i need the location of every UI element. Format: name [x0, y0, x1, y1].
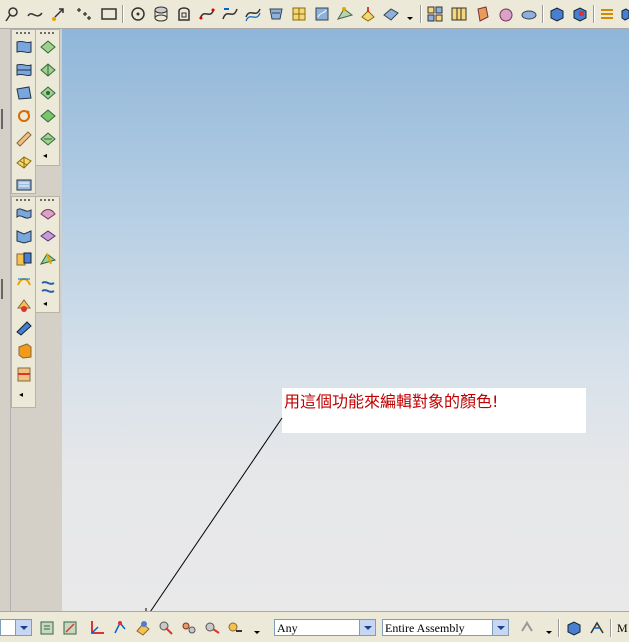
green-surface-5-icon[interactable]: [39, 130, 57, 148]
left-dock: [0, 29, 11, 611]
class-select-icon[interactable]: [157, 619, 175, 637]
feature-select-icon[interactable]: [180, 619, 198, 637]
green-surface-3-icon[interactable]: [39, 84, 57, 102]
graphics-viewport[interactable]: [62, 29, 629, 611]
layer-icon[interactable]: [598, 5, 616, 23]
point-icon[interactable]: [50, 5, 68, 23]
wave-surface-icon[interactable]: [15, 204, 33, 222]
shade-surface-icon[interactable]: [15, 319, 33, 337]
more-icon[interactable]: [401, 5, 419, 23]
point-set-icon[interactable]: [74, 5, 92, 23]
dock-handle[interactable]: [1, 109, 9, 129]
solid-icon[interactable]: [520, 5, 538, 23]
curve-edit-icon[interactable]: [221, 5, 239, 23]
cube-icon[interactable]: [620, 5, 629, 23]
annotation-callout: 用這個功能來編輯對象的顏色!: [282, 388, 586, 433]
patch-icon[interactable]: [313, 5, 331, 23]
more-icon[interactable]: [248, 619, 266, 637]
palette-expand-icon[interactable]: ◂: [43, 151, 47, 160]
sheet-icon[interactable]: [15, 176, 33, 194]
curve-offset-icon[interactable]: [244, 5, 262, 23]
main-toolbar: [0, 0, 629, 29]
green-surface-4-icon[interactable]: [39, 107, 57, 125]
rectangle-icon[interactable]: [100, 5, 118, 23]
feature-palette: ◂: [11, 196, 36, 408]
grid-icon[interactable]: [450, 5, 468, 23]
surface-tool-3-icon[interactable]: [15, 84, 33, 102]
curve-icon[interactable]: [198, 5, 216, 23]
green-surface-palette: ◂: [35, 29, 60, 166]
door-icon[interactable]: [15, 365, 33, 383]
surface-icon[interactable]: [267, 5, 285, 23]
cube-icon[interactable]: [548, 5, 566, 23]
more-icon[interactable]: [540, 619, 558, 637]
surface-tool-2-icon[interactable]: [15, 61, 33, 79]
surface-edit-icon[interactable]: [290, 5, 308, 23]
shade-icon[interactable]: [382, 5, 400, 23]
trailing-label: M: [617, 621, 628, 635]
circle-icon[interactable]: [129, 5, 147, 23]
deselect-icon[interactable]: [61, 619, 79, 637]
selection-scope-value: Entire Assembly: [385, 621, 465, 635]
layout-icon[interactable]: [426, 5, 444, 23]
mesh-icon[interactable]: [15, 153, 33, 171]
ruler-surface-icon[interactable]: [15, 130, 33, 148]
face-select-icon[interactable]: [226, 619, 244, 637]
palette-expand-icon[interactable]: ◂: [19, 390, 23, 399]
fold-surface-icon[interactable]: [15, 227, 33, 245]
spline-icon[interactable]: [26, 5, 44, 23]
annotation-text: 用這個功能來編輯對象的顏色!: [284, 392, 499, 411]
green-surface-2-icon[interactable]: [39, 61, 57, 79]
selection-filter-select[interactable]: Any: [274, 619, 376, 636]
lasso-icon[interactable]: [2, 5, 20, 23]
surface-palette: [11, 29, 36, 194]
pink-surface-palette: ◂: [35, 196, 60, 313]
fill-surface-icon[interactable]: [15, 296, 33, 314]
blend-surface-icon[interactable]: [39, 250, 57, 268]
palette-expand-icon[interactable]: ◂: [43, 299, 47, 308]
edit-color-icon[interactable]: [134, 619, 152, 637]
measure-icon[interactable]: [588, 619, 606, 637]
wcs-icon[interactable]: [88, 619, 106, 637]
pink-surface-icon[interactable]: [39, 204, 57, 222]
rotate-surface-icon[interactable]: [15, 107, 33, 125]
shell-icon[interactable]: [474, 5, 492, 23]
selection-toolbar: Any Entire Assembly M: [0, 611, 629, 642]
sweep-icon[interactable]: [336, 5, 354, 23]
pink-surface-2-icon[interactable]: [39, 227, 57, 245]
cube-select-icon[interactable]: [565, 619, 583, 637]
green-surface-icon[interactable]: [39, 38, 57, 56]
body-select-icon[interactable]: [203, 619, 221, 637]
transform-icon[interactable]: [39, 278, 57, 296]
type-filter-select[interactable]: [0, 619, 32, 636]
snap-point-icon[interactable]: [518, 619, 536, 637]
surface-tool-icon[interactable]: [15, 38, 33, 56]
curve-surface-icon[interactable]: [15, 273, 33, 291]
loop-icon[interactable]: [175, 5, 193, 23]
sphere-icon[interactable]: [497, 5, 515, 23]
cylinder-icon[interactable]: [152, 5, 170, 23]
selection-scope-select[interactable]: Entire Assembly: [382, 619, 509, 636]
point-snap-icon[interactable]: [111, 619, 129, 637]
cube-alt-icon[interactable]: [571, 5, 589, 23]
select-icon[interactable]: [38, 619, 56, 637]
dock-handle[interactable]: [1, 279, 9, 299]
cube-split-icon[interactable]: [15, 250, 33, 268]
selection-filter-value: Any: [277, 621, 298, 635]
drape-icon[interactable]: [359, 5, 377, 23]
box-color-icon[interactable]: [15, 342, 33, 360]
